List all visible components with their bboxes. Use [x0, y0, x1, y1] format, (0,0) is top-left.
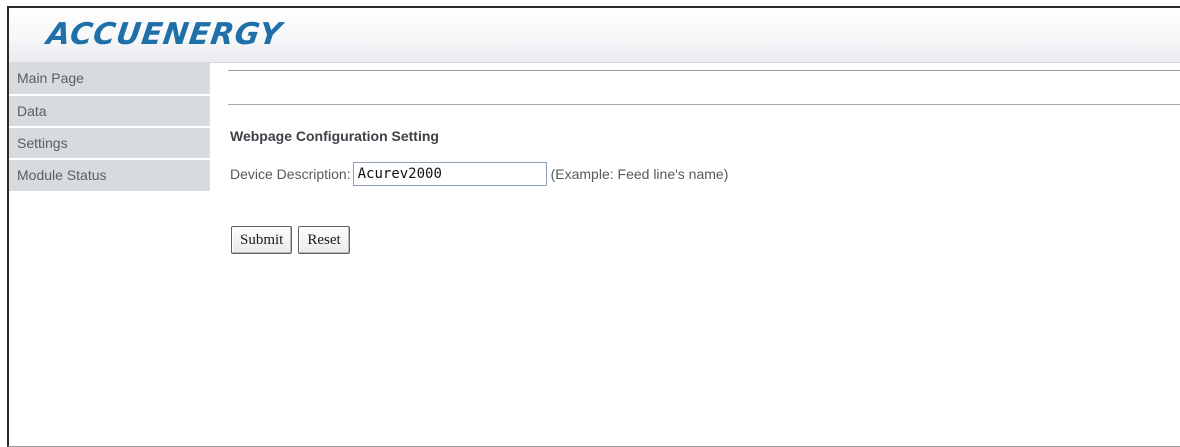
- device-description-input[interactable]: [352, 162, 547, 186]
- browser-frame: ACCUENERGY Main Page Data Settings Modul…: [7, 6, 1180, 447]
- divider-bottom: [228, 104, 1180, 105]
- sidebar-item-data[interactable]: Data: [9, 96, 210, 128]
- sidebar-item-main-page[interactable]: Main Page: [9, 63, 210, 96]
- accuenergy-logo[interactable]: ACCUENERGY: [45, 17, 285, 52]
- form-buttons: Submit Reset: [231, 226, 350, 254]
- reset-button[interactable]: Reset: [298, 226, 350, 254]
- submit-button[interactable]: Submit: [231, 226, 293, 254]
- section-title: Webpage Configuration Setting: [230, 128, 439, 144]
- main-content: Webpage Configuration Setting Device Des…: [210, 63, 1180, 446]
- device-description-hint: (Example: Feed line's name): [550, 166, 729, 182]
- divider-top: [228, 70, 1180, 71]
- sidebar-nav: Main Page Data Settings Module Status: [9, 63, 210, 193]
- sidebar-item-module-status[interactable]: Module Status: [9, 160, 210, 193]
- header-bar: ACCUENERGY: [9, 8, 1180, 63]
- device-description-row: Device Description: (Example: Feed line'…: [230, 161, 728, 187]
- sidebar-item-settings[interactable]: Settings: [9, 128, 210, 160]
- device-description-label: Device Description:: [230, 166, 351, 182]
